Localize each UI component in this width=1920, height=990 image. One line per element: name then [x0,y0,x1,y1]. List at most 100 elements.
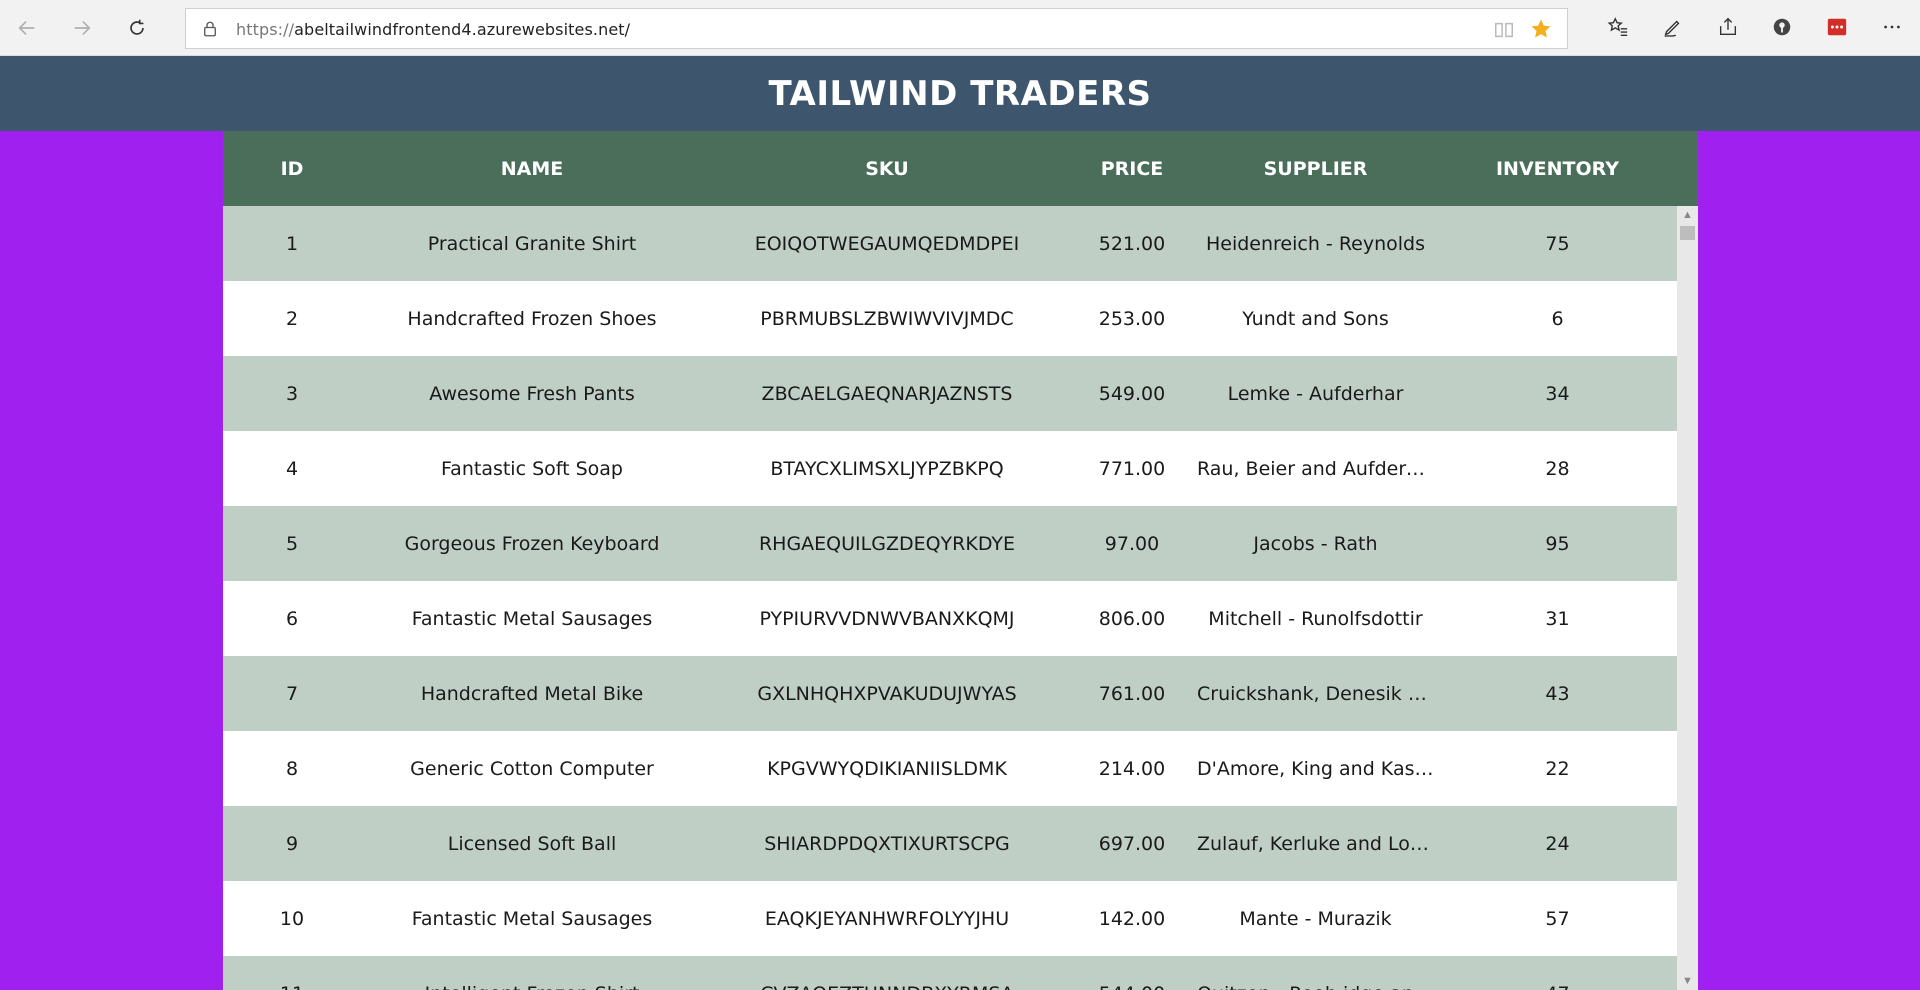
scroll-down-icon[interactable]: ▼ [1677,972,1698,990]
favorites-button[interactable] [1605,14,1631,40]
cell-price: 761.00 [1098,682,1166,705]
cell-sku: EAQKJEYANHWRFOLYYJHU [764,907,1010,930]
cell-inventory: 31 [1545,607,1570,630]
cell-price: 549.00 [1098,382,1166,405]
cell-inventory: 24 [1545,832,1570,855]
table-body: 1 Practical Granite Shirt EOIQOTWEGAUMQEDM… [223,206,1677,990]
scroll-thumb[interactable] [1680,226,1695,240]
cell-supplier: Mante - Murazik [1239,907,1392,930]
column-header-sku[interactable]: SKU [703,158,1071,180]
cell-inventory: 6 [1551,307,1564,330]
cell-supplier: Quitzon - Roob idge and... [1193,983,1438,990]
cell-inventory: 47 [1438,983,1677,990]
notes-button[interactable] [1660,14,1686,40]
refresh-icon [130,19,144,35]
table-row[interactable]: 5 Gorgeous Frozen Keyboard RHGAEQUILGZDEQY… [223,506,1677,581]
url-host: abeltailwindfrontend4.azurewebsites.net/ [294,20,631,39]
forward-button[interactable] [64,10,100,46]
cell-inventory: 28 [1545,457,1570,480]
share-button[interactable] [1715,14,1741,40]
reading-view-icon[interactable] [1493,19,1515,41]
cell-inventory: 95 [1545,532,1570,555]
cell-name: Handcrafted Frozen Shoes [407,307,657,330]
favorite-star-icon[interactable] [1529,17,1553,41]
lastpass-icon [1827,18,1847,36]
cell-name: Licensed Soft Ball [447,832,617,855]
column-header-name[interactable]: NAME [361,158,703,180]
back-arrow-icon [18,20,35,36]
scroll-up-icon[interactable]: ▲ [1677,206,1698,224]
cell-id: 11 [223,983,361,990]
cell-supplier: Rau, Beier and Aufderhar [1197,457,1438,480]
refresh-button[interactable] [119,10,155,46]
cell-sku: CVZAQEZTHNNDBXYRMSA [703,983,1071,990]
cell-id: 3 [285,382,299,405]
table-row[interactable]: 6 Fantastic Metal Sausages PYPIURVVDNWVBAN… [223,581,1677,656]
url-text[interactable]: https://abeltailwindfrontend4.azurewebsi… [236,20,630,39]
cell-supplier: Heidenreich - Reynolds [1205,232,1426,255]
more-icon [1884,25,1900,29]
column-header-inventory[interactable]: INVENTORY [1438,158,1677,180]
table-row[interactable]: 7 Handcrafted Metal Bike GXLNHQHXPVAKUDUJW… [223,656,1677,731]
column-header-price[interactable]: PRICE [1071,158,1193,180]
cell-sku: KPGVWYQDIKIANIISLDMK [767,757,1007,780]
cell-price: 521.00 [1098,232,1166,255]
cell-name: Gorgeous Frozen Keyboard [404,532,660,555]
table-row[interactable]: 1 Practical Granite Shirt EOIQOTWEGAUMQEDM… [223,206,1677,281]
cell-supplier: Lemke - Aufderhar [1227,382,1404,405]
table-scrollbar[interactable]: ▲ ▼ [1677,206,1698,990]
cell-supplier: Cruickshank, Denesik an... [1197,682,1438,705]
cell-inventory: 43 [1545,682,1570,705]
pen-icon [1664,20,1680,37]
cell-id: 5 [285,532,299,555]
cell-supplier: Zulauf, Kerluke and Loc... [1197,832,1438,855]
address-bar[interactable]: https://abeltailwindfrontend4.azurewebsi… [185,8,1568,49]
cell-inventory: 22 [1545,757,1570,780]
cell-supplier: Mitchell - Runolfsdottir [1208,607,1423,630]
cell-sku: BTAYCXLIMSXLJYPZBKPQ [770,457,1004,480]
cell-name: Practical Granite Shirt [427,232,637,255]
page-title: TAILWIND TRADERS [768,73,1152,114]
table-row[interactable]: 8 Generic Cotton Computer KPGVWYQDIKIANIIS… [223,731,1677,806]
cell-id: 2 [285,307,299,330]
url-protocol: https:// [236,20,295,39]
table-row[interactable]: 3 Awesome Fresh Pants ZBCAELGAEQNARJAZNSTS… [223,356,1677,431]
cell-sku: EOIQOTWEGAUMQEDMDPEI [754,232,1020,255]
cell-id: 9 [285,832,299,855]
cell-supplier: D'Amore, King and Kass... [1197,757,1438,780]
back-button[interactable] [9,10,45,46]
more-button[interactable] [1879,14,1905,40]
cell-supplier: Yundt and Sons [1242,307,1389,330]
cell-price: 253.00 [1098,307,1166,330]
cell-supplier: Jacobs - Rath [1253,532,1378,555]
cell-inventory: 75 [1545,232,1570,255]
cell-name: Generic Cotton Computer [410,757,654,780]
cell-inventory: 34 [1545,382,1570,405]
cell-price: 806.00 [1098,607,1166,630]
cell-price: 771.00 [1098,457,1166,480]
cell-price: 214.00 [1098,757,1166,780]
cell-price: 697.00 [1098,832,1166,855]
cell-name: Intelligent Frozen Shirt [361,983,703,990]
browser-toolbar: https://abeltailwindfrontend4.azurewebsi… [0,0,1920,56]
lastpass-button[interactable] [1824,14,1850,40]
table-row[interactable]: 4 Fantastic Soft Soap BTAYCXLIMSXLJYPZBKPQ… [223,431,1677,506]
table-row[interactable]: 9 Licensed Soft Ball SHIARDPDQXTIXURTSCPG 6… [223,806,1677,881]
column-header-id[interactable]: ID [223,158,361,180]
table-row[interactable]: 11Intelligent Frozen ShirtCVZAQEZTHNNDBX… [223,956,1677,990]
lock-icon [204,21,216,37]
share-icon [1719,17,1737,36]
forward-arrow-icon [74,20,91,36]
extension-button[interactable] [1769,14,1795,40]
cell-id: 6 [285,607,299,630]
table-row[interactable]: 2 Handcrafted Frozen Shoes PBRMUBSLZBWIWVI… [223,281,1677,356]
favorites-list-icon [1607,17,1628,36]
column-header-supplier[interactable]: SUPPLIER [1193,158,1438,180]
cell-price: 142.00 [1098,907,1166,930]
products-table: ID NAME SKU PRICE SUPPLIER INVENTORY 1 Pr… [223,131,1698,990]
cell-id: 8 [285,757,299,780]
table-row[interactable]: 10 Fantastic Metal Sausages EAQKJEYANHWRFO… [223,881,1677,956]
cell-sku: GXLNHQHXPVAKUDUJWYAS [757,682,1017,705]
cell-sku: PBRMUBSLZBWIWVIVJMDC [760,307,1014,330]
cell-sku: PYPIURVVDNWVBANXKQMJ [759,607,1015,630]
